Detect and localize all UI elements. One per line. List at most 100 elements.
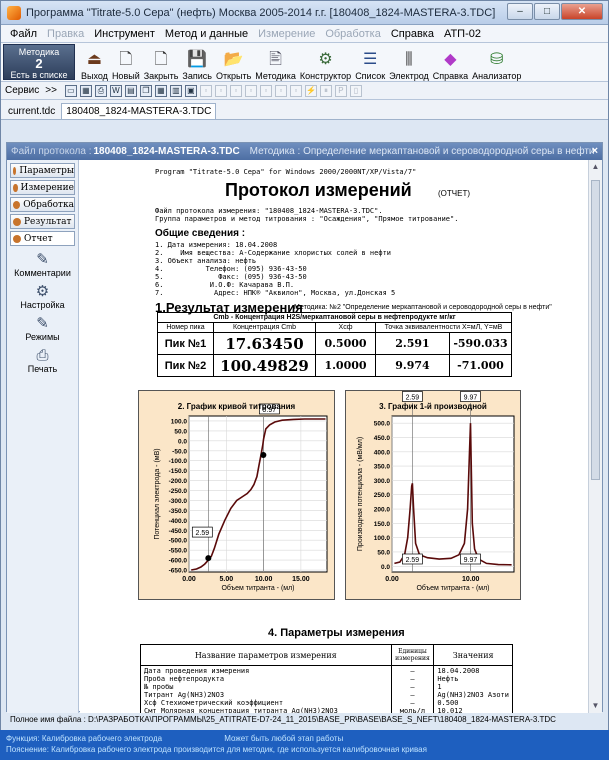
tool-dim-7-icon[interactable]: ▫ — [289, 84, 302, 97]
general-info-line: 1. Дата измерения: 18.04.2008 — [155, 241, 278, 249]
save-small-icon[interactable]: ▣ — [184, 84, 197, 97]
grid-icon[interactable]: ▦ — [154, 84, 167, 97]
sidebar-action[interactable]: ⎙ Печать — [7, 347, 78, 374]
sidebar-tab[interactable]: Обработка — [10, 197, 75, 212]
y-tick-label: 100.0 — [374, 535, 391, 542]
toolbar-button-label: Новый — [111, 71, 140, 81]
table-icon[interactable]: ▤ — [124, 84, 137, 97]
peak-label: Пик №1 — [157, 332, 214, 355]
tool-dim-4-icon[interactable]: ▫ — [244, 84, 257, 97]
col-header-equivalence: Точка эквивалентности X=мЛ, Y=мВ — [375, 322, 512, 333]
toolbar-button[interactable]: ⫼ Электрод — [389, 50, 429, 81]
toolbar-button[interactable]: ◆ Справка — [433, 50, 468, 81]
vertical-scrollbar[interactable]: ▲ ▼ — [588, 160, 602, 713]
print-preview-icon[interactable]: ▭ — [64, 84, 77, 97]
method-icon: 🖹 — [269, 51, 283, 68]
word-export-icon[interactable]: W — [109, 84, 122, 97]
scroll-down-icon[interactable]: ▼ — [589, 699, 602, 713]
sidebar-tab-label: Параметры — [19, 165, 74, 176]
y-tick-label: -550.0 — [169, 548, 188, 555]
sidebar-action[interactable]: ⚙ Настройка — [7, 283, 78, 310]
y-tick-label: -50.0 — [172, 448, 187, 455]
toolbar-overflow-button[interactable]: >> — [45, 85, 57, 96]
chart-icon[interactable]: ▥ — [169, 84, 182, 97]
col-header-peak: Номер пика — [157, 322, 214, 333]
params-values-cell: 18.04.2008 Нефть 1 Ag(NH3)2NO3 Азоти 0.500 10… — [433, 665, 513, 713]
chart-title: 3. График 1-й производной — [379, 402, 487, 411]
toolbar-button[interactable]: ☰ Список — [355, 50, 385, 81]
toolbar-button[interactable]: 🗋 Новый — [112, 50, 140, 81]
toolbar-button[interactable]: 🗋 Закрыть — [144, 50, 179, 81]
menu-item[interactable]: Обработка — [320, 28, 385, 40]
toolbar-button[interactable]: 💾 Запись — [182, 50, 212, 81]
param-value: Нефть — [437, 675, 459, 683]
close-window-button[interactable]: ✕ — [561, 3, 603, 20]
xsf-value: 0.5000 — [315, 332, 376, 355]
tool-dim-6-icon[interactable]: ▫ — [274, 84, 287, 97]
new-doc-icon: 🗋 — [119, 51, 133, 68]
document-tab[interactable]: 180408_1824-MASTERA-3.TDC — [61, 103, 217, 119]
title-bar[interactable]: Программа "Titrate-5.0 Сера" (нефть) Мос… — [1, 1, 608, 25]
sidebar-tab[interactable]: Измерение — [10, 180, 75, 195]
general-info-line: 4. Телефон: (095) 936-43-50 — [155, 265, 307, 273]
y-tick-label: -400.0 — [169, 518, 188, 525]
settings-icon: ⚙ — [35, 283, 50, 300]
sidebar-action[interactable]: ✎ Режимы — [7, 315, 78, 342]
derivative-chart: 500.0 450.0 400.0 350.0 300.0 250.0 200.0 150.0… — [345, 390, 521, 600]
close-document-icon[interactable]: × — [592, 145, 598, 157]
electrode-icon: ⫼ — [405, 51, 413, 68]
service-label[interactable]: Сервис — [5, 85, 39, 96]
toolbar-button[interactable]: ⚙ Конструктор — [300, 50, 351, 81]
tool-dim-1-icon[interactable]: ▫ — [199, 84, 212, 97]
sidebar-tab[interactable]: Параметры — [10, 163, 75, 178]
tool-dim-5-icon[interactable]: ▫ — [259, 84, 272, 97]
scroll-up-icon[interactable]: ▲ — [589, 160, 602, 174]
menu-item[interactable]: Метод и данные — [160, 28, 253, 40]
copy-icon[interactable]: ❐ — [139, 84, 152, 97]
info-line: Файл протокола измерения: "180408_1824-M… — [155, 207, 383, 215]
toolbar-button[interactable]: ⛁ Анализатор — [472, 50, 521, 81]
menu-item[interactable]: Справка — [386, 28, 439, 40]
tool-dim-10-icon[interactable]: P — [334, 84, 347, 97]
sidebar-action-label: Печать — [27, 364, 58, 374]
general-info-line: 6. И.О.Ф: Качарава В.П. — [155, 281, 295, 289]
general-info-list: 1. Дата измерения: 18.04.2008 2. Имя веще… — [155, 241, 395, 297]
param-value: Ag(NH3)2NO3 Азоти — [437, 691, 509, 699]
tool-dim-3-icon[interactable]: ▫ — [229, 84, 242, 97]
page-setup-icon[interactable]: ▦ — [79, 84, 92, 97]
scroll-thumb[interactable] — [591, 180, 600, 480]
tool-dim-9-icon[interactable]: ⏸ — [319, 84, 332, 97]
toolbar-button[interactable]: ⏏ Выход — [81, 50, 108, 81]
comments-icon: ✎ — [36, 251, 49, 268]
toolbar-button-label: Список — [355, 71, 386, 81]
sidebar-tab[interactable]: Отчет — [10, 231, 75, 246]
sidebar-tab[interactable]: Результат — [10, 214, 75, 229]
method-number: 2 — [35, 56, 43, 71]
y-tick-label: 450.0 — [374, 435, 391, 442]
menu-item[interactable]: Файл — [5, 28, 42, 40]
toolbar-button-label: Закрыть — [143, 71, 179, 81]
tool-dim-8-icon[interactable]: ⚡ — [304, 84, 317, 97]
maximize-button[interactable]: □ — [534, 3, 560, 20]
minimize-button[interactable]: – — [507, 3, 533, 20]
print-icon[interactable]: ⎙ — [94, 84, 107, 97]
tool-dim-11-icon[interactable]: ▯ — [349, 84, 362, 97]
y-tick-label: 350.0 — [374, 464, 391, 471]
param-value: – — [410, 675, 415, 683]
document-tab[interactable]: current.tdc — [4, 104, 59, 119]
menu-item[interactable]: Измерение — [253, 28, 320, 40]
toolbar-button[interactable]: 🖹 Методика — [255, 50, 296, 81]
menu-bar: Файл Правка Инструмент Метод и данные Измере… — [1, 25, 608, 43]
menu-item[interactable]: Правка — [42, 28, 89, 40]
tool-dim-2-icon[interactable]: ▫ — [214, 84, 227, 97]
menu-item[interactable]: АТП-02 — [439, 28, 486, 40]
document-header: Файл протокола : 180408_1824-MASTERA-3.T… — [7, 143, 602, 160]
sidebar-action[interactable]: ✎ Комментарии — [7, 251, 78, 278]
menu-item[interactable]: Инструмент — [89, 28, 160, 40]
program-line: Program "Titrate-5.0 Сера" for Windows 2… — [155, 168, 417, 176]
params-col-units: Единицы измерения — [390, 644, 435, 666]
x-tick-label: 0.00 — [385, 576, 399, 583]
general-info-line: 2. Имя вещества: А-Содержание хлористых … — [155, 249, 392, 257]
toolbar-button[interactable]: 📂 Открыть — [216, 50, 251, 81]
general-info-line: 5. Факс: (095) 936-43-50 — [155, 273, 307, 281]
